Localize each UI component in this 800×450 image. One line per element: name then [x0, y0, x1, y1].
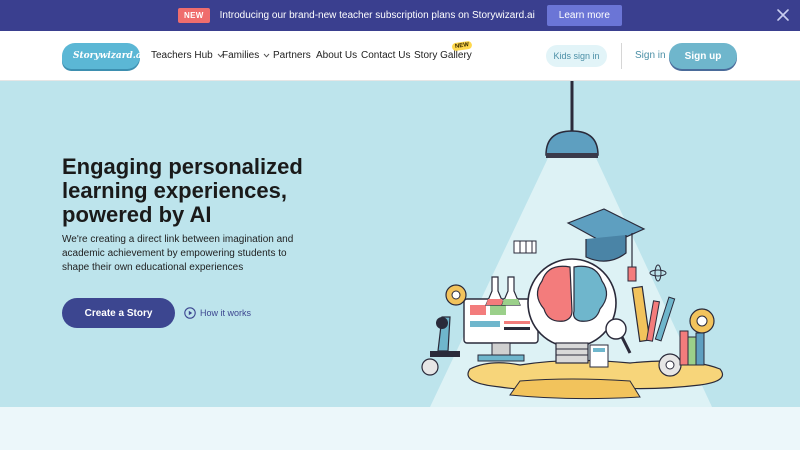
- sign-up-button[interactable]: Sign up: [669, 43, 737, 69]
- nav-families[interactable]: Families: [222, 50, 270, 61]
- storywizard-logo[interactable]: Storywizard.ai: [62, 43, 145, 69]
- announcement-message: Introducing our brand-new teacher subscr…: [219, 10, 535, 21]
- nav-teachers-hub[interactable]: Teachers Hub: [151, 50, 224, 61]
- logo-text: Storywizard.ai: [73, 51, 146, 61]
- nav-families-label: Families: [222, 50, 260, 61]
- learn-more-button[interactable]: Learn more: [546, 5, 622, 26]
- hero-headline: Engaging personalized learning experienc…: [62, 154, 303, 227]
- chevron-down-icon: [263, 53, 270, 58]
- nav-teachers-hub-label: Teachers Hub: [151, 50, 213, 61]
- education-illustration: [421, 81, 724, 407]
- nav-divider: [621, 43, 622, 69]
- new-badge: NEW: [178, 8, 210, 23]
- main-nav: Storywizard.ai Teachers Hub Families Par…: [0, 31, 800, 81]
- nav-about-us[interactable]: About Us: [316, 50, 357, 61]
- create-story-button[interactable]: Create a Story: [62, 298, 175, 328]
- kids-sign-in-button[interactable]: Kids sign in: [546, 45, 607, 67]
- how-it-works-label: How it works: [200, 308, 252, 318]
- close-icon[interactable]: [776, 8, 790, 22]
- nav-partners[interactable]: Partners: [273, 50, 311, 61]
- nav-contact-us[interactable]: Contact Us: [361, 50, 410, 61]
- how-it-works-link[interactable]: How it works: [184, 307, 251, 319]
- play-circle-icon: [184, 307, 196, 319]
- announcement-bar: NEW Introducing our brand-new teacher su…: [0, 0, 800, 31]
- nav-story-gallery[interactable]: Story Gallery: [414, 50, 472, 61]
- sign-in-link[interactable]: Sign in: [635, 50, 666, 61]
- hero-subtext: We're creating a direct link between ima…: [62, 234, 294, 273]
- hero-bottom-strip: [0, 407, 800, 450]
- hero-section: Engaging personalized learning experienc…: [0, 81, 800, 407]
